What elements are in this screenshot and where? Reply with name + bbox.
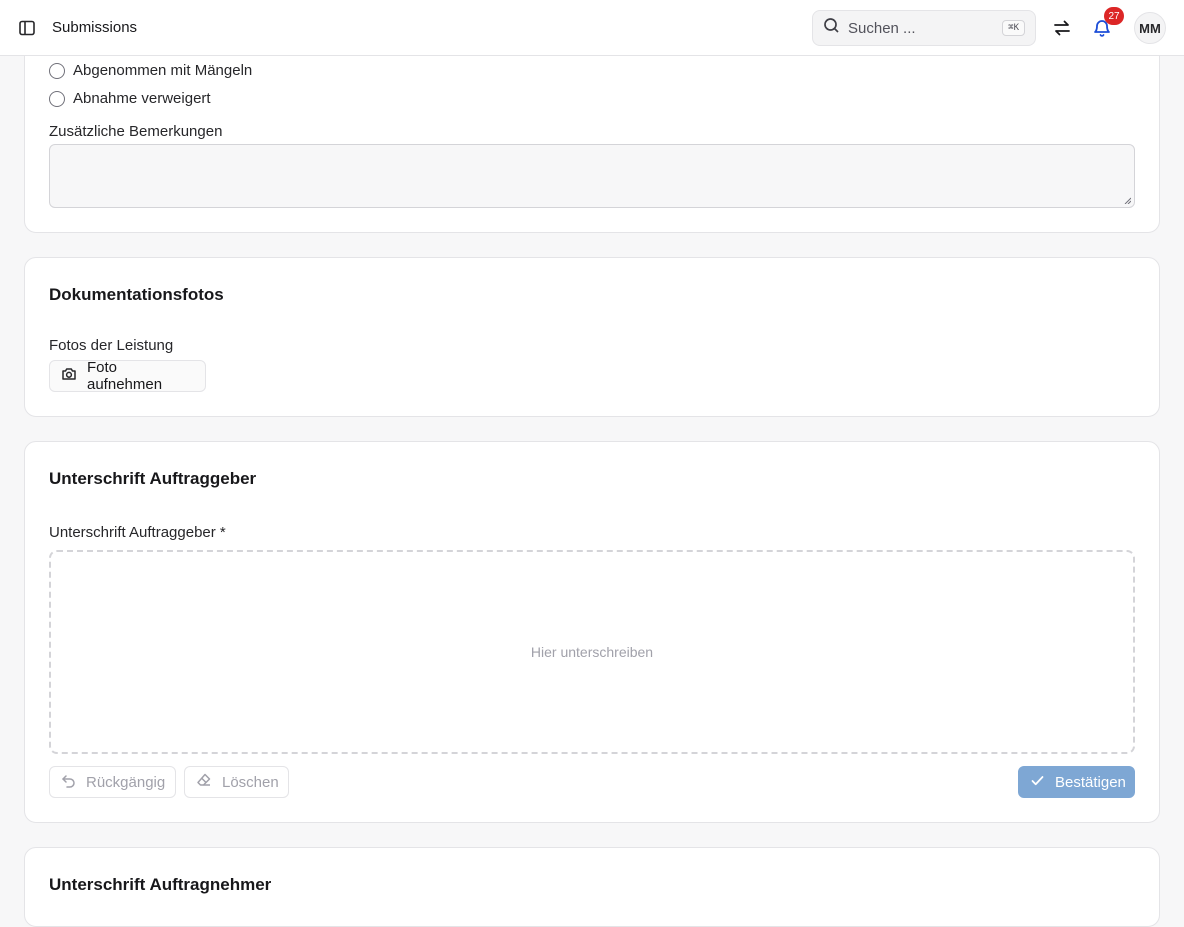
sidebar-toggle-icon[interactable] — [16, 17, 38, 39]
signature-placeholder: Hier unterschreiben — [530, 644, 654, 660]
clear-label: Löschen — [222, 773, 279, 791]
take-photo-label: Foto aufnehmen — [87, 359, 163, 393]
switch-arrows-icon[interactable] — [1048, 14, 1076, 42]
undo-button[interactable]: Rückgängig — [49, 766, 176, 798]
photos-card — [24, 257, 1160, 417]
remarks-textarea[interactable] — [49, 144, 1135, 208]
radio-label: Abgenommen mit Mängeln — [73, 62, 253, 79]
signature-pad[interactable]: Hier unterschreiben — [49, 550, 1135, 754]
avatar[interactable]: MM — [1134, 12, 1166, 44]
undo-label: Rückgängig — [86, 773, 166, 791]
client-signature-heading: Unterschrift Auftraggeber — [49, 469, 257, 488]
resize-grip-icon[interactable] — [1124, 197, 1131, 204]
radio-button[interactable] — [49, 90, 65, 107]
clear-button[interactable]: Löschen — [184, 766, 289, 798]
search-input[interactable]: Suchen ... ⌘K — [812, 10, 1036, 46]
client-signature-label: Unterschrift Auftraggeber * — [49, 524, 226, 541]
confirm-label: Bestätigen — [1055, 773, 1126, 791]
photos-heading: Dokumentationsfotos — [49, 285, 224, 304]
notification-badge: 27 — [1104, 7, 1124, 25]
contractor-signature-heading: Unterschrift Auftragnehmer — [49, 875, 272, 894]
search-shortcut: ⌘K — [1002, 20, 1025, 36]
undo-icon — [61, 773, 76, 792]
search-placeholder: Suchen ... — [848, 19, 916, 37]
remarks-label: Zusätzliche Bemerkungen — [49, 123, 223, 140]
confirm-button[interactable]: Bestätigen — [1018, 766, 1135, 798]
search-icon — [823, 17, 840, 39]
photos-label: Fotos der Leistung — [49, 337, 174, 354]
take-photo-button[interactable]: Foto aufnehmen — [49, 359, 206, 393]
camera-icon — [61, 366, 77, 386]
radio-accepted-with-defects[interactable]: Abgenommen mit Mängeln — [49, 62, 252, 79]
radio-acceptance-refused[interactable]: Abnahme verweigert — [49, 90, 211, 107]
check-icon — [1030, 773, 1045, 792]
eraser-icon — [196, 772, 212, 792]
radio-label: Abnahme verweigert — [73, 90, 211, 107]
page-title: Submissions — [52, 19, 138, 36]
radio-button[interactable] — [49, 62, 65, 79]
top-bar: Submissions Suchen ... ⌘K 27 MM — [0, 0, 1184, 56]
